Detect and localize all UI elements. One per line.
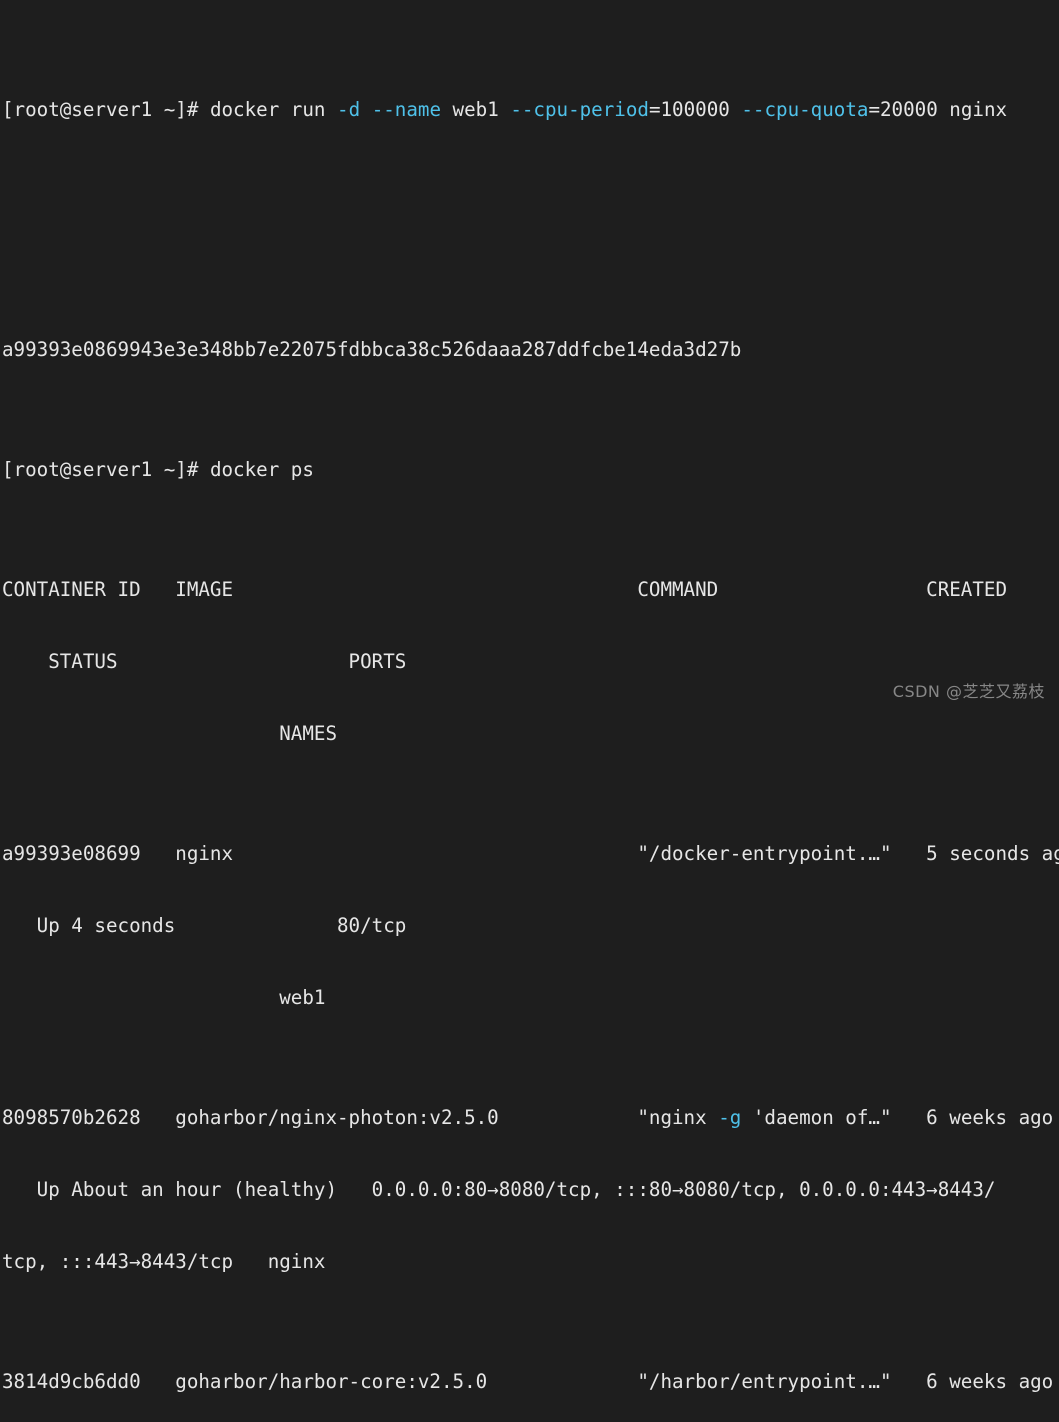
shell-prompt: [root@server1 ~]# [2, 458, 210, 481]
table-row: 8098570b2628 goharbor/nginx-photon:v2.5.… [2, 1106, 1059, 1130]
csdn-watermark: CSDN @芝芝又荔枝 [892, 682, 1045, 701]
terminal-screen: [root@server1 ~]# docker run -d --name w… [2, 2, 1059, 1393]
value-cpu-period: =100000 [648, 98, 742, 121]
flag-g: -g [718, 1106, 742, 1129]
value-name: web1 [441, 98, 511, 121]
table-header-line-3: NAMES [2, 722, 338, 745]
table-row: a99393e08699 nginx "/docker-entrypoint.…… [2, 842, 1059, 865]
table-header-line-2: STATUS PORTS [2, 650, 407, 673]
row-text-post: 'daemon of…" 6 weeks ago [741, 1106, 1054, 1129]
flag-cpu-quota: --cpu-quota [741, 98, 869, 121]
command-program: docker run [209, 98, 338, 121]
table-row: Up 4 seconds 80/tcp [2, 914, 407, 937]
command-line-docker-ps: [root@server1 ~]# docker ps [2, 458, 1059, 482]
flag-detach: -d [337, 98, 361, 121]
table-row: web1 [2, 986, 326, 1009]
row-text-pre: 8098570b2628 goharbor/nginx-photon:v2.5.… [2, 1106, 719, 1129]
shell-prompt: [root@server1 ~]# [2, 98, 210, 121]
table-row: tcp, :::443→8443/tcp nginx [2, 1250, 326, 1273]
command-text: docker ps [209, 458, 314, 481]
terminal-window[interactable]: [root@server1 ~]# docker run -d --name w… [0, 0, 1059, 1393]
table-row: Up About an hour (healthy) 0.0.0.0:80→80… [2, 1178, 996, 1201]
flag-name: --name [371, 98, 441, 121]
flag-cpu-period: --cpu-period [510, 98, 649, 121]
table-row: 3814d9cb6dd0 goharbor/harbor-core:v2.5.0… [2, 1370, 1054, 1393]
space-separator [360, 98, 372, 121]
command-line-docker-run: [root@server1 ~]# docker run -d --name w… [2, 98, 1059, 122]
table-header-line-1: CONTAINER ID IMAGE COMMAND CREATED [2, 578, 1008, 601]
container-id-output: a99393e0869943e3e348bb7e22075fdbbca38c52… [2, 338, 742, 361]
value-cpu-quota: =20000 nginx [868, 98, 1008, 121]
